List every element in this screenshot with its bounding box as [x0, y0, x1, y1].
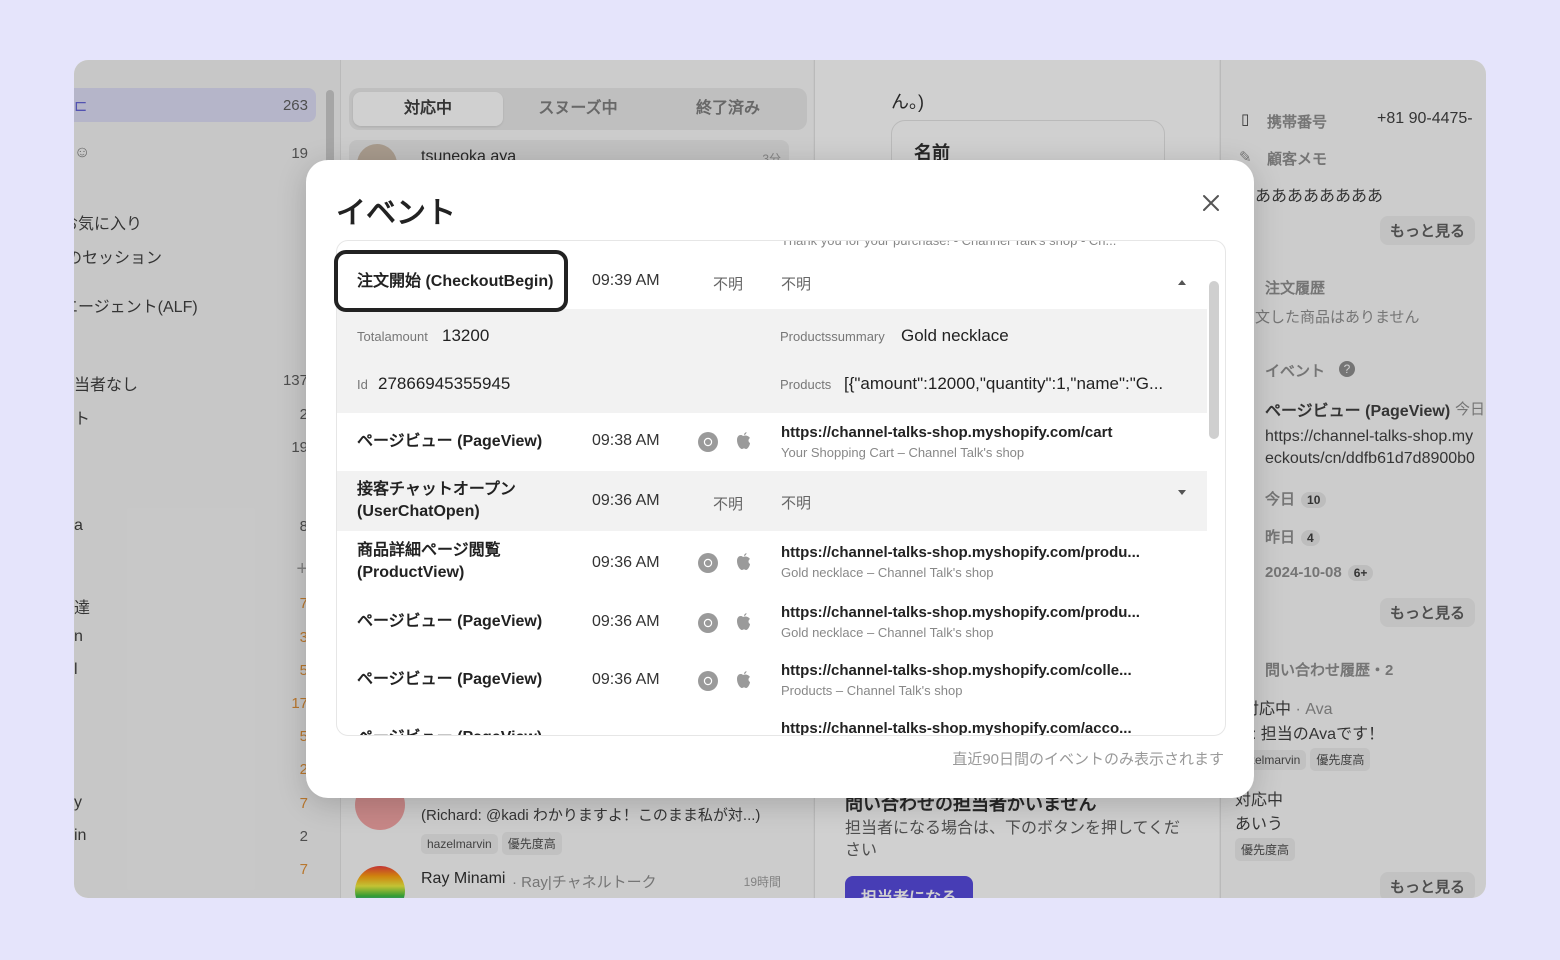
event-row[interactable]: ページビュー (PageView) 09:36 AM https://chann… — [337, 651, 1207, 709]
chevron-up-icon[interactable] — [1177, 278, 1187, 286]
apple-icon — [737, 671, 750, 688]
event-row[interactable]: ページビュー (PageView) https://channel-talks-… — [337, 709, 1207, 735]
chrome-icon — [698, 553, 718, 573]
event-list-scrollbar[interactable] — [1209, 281, 1219, 439]
event-row[interactable]: ページビュー (PageView) 09:36 AM https://chann… — [337, 593, 1207, 651]
chevron-down-icon[interactable] — [1177, 489, 1187, 497]
chrome-icon — [698, 613, 718, 633]
event-detail: Totalamount 13200 Productssummary Gold n… — [337, 309, 1207, 413]
highlight-box — [334, 250, 568, 312]
event-list: Thank you for your purchase! - Channel T… — [336, 240, 1226, 736]
event-row[interactable]: 商品詳細ページ閲覧 (ProductView) 09:36 AM https:/… — [337, 531, 1207, 593]
event-row[interactable]: ページビュー (PageView) 09:38 AM https://chann… — [337, 413, 1207, 471]
chrome-icon — [698, 671, 718, 691]
event-modal: イベント Thank you for your purchase! - Chan… — [306, 160, 1254, 798]
footnote: 直近90日間のイベントのみ表示されます — [952, 751, 1224, 768]
apple-icon — [737, 613, 750, 630]
close-icon — [1203, 195, 1219, 211]
apple-icon — [737, 553, 750, 570]
chrome-icon — [698, 432, 718, 452]
apple-icon — [737, 432, 750, 449]
close-button[interactable] — [1196, 188, 1226, 218]
event-row[interactable]: 接客チャットオープン (UserChatOpen) 09:36 AM 不明 不明 — [337, 471, 1207, 531]
modal-title: イベント — [336, 197, 456, 230]
